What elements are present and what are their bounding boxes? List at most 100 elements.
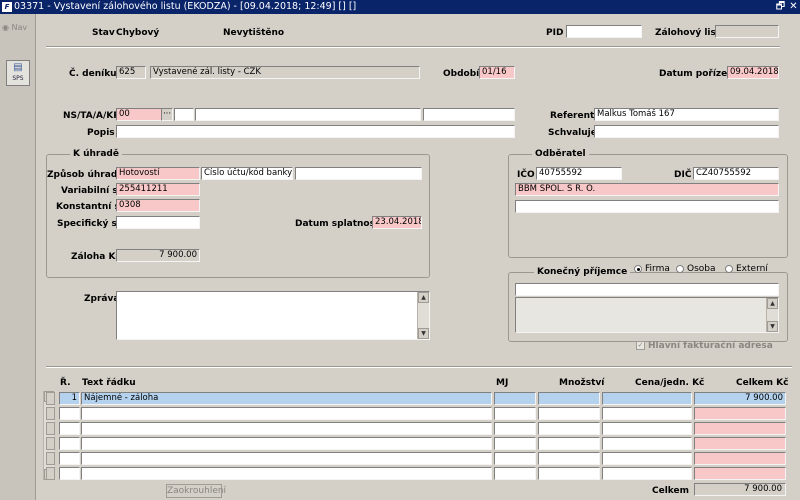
radio-externi[interactable]	[725, 265, 733, 273]
konecny-scrollbar[interactable]: ▲ ▼	[766, 298, 778, 332]
row-selector[interactable]	[46, 392, 55, 405]
table-cell-mnozstvi[interactable]	[538, 467, 600, 480]
scroll-down-icon[interactable]: ▼	[418, 328, 429, 339]
table-cell-mj[interactable]	[494, 437, 536, 450]
cislo-deniku-field: 625	[116, 66, 146, 79]
table-cell-text[interactable]: Nájemné - záloha	[81, 392, 492, 405]
ns-lookup-button[interactable]: ···	[161, 108, 173, 121]
radio-osoba-label: Osoba	[687, 264, 716, 274]
col-header-celkem: Celkem Kč	[736, 378, 789, 388]
datum-porizeni-field[interactable]: 09.04.2018	[727, 66, 779, 79]
dic-field[interactable]: CZ40755592	[693, 167, 779, 180]
table-cell-celkem[interactable]	[694, 407, 786, 420]
close-window-icon[interactable]: ✕	[788, 1, 799, 13]
obdobi-label: Období	[443, 69, 480, 79]
window-title: 03371 - Vystavení zálohového listu (EKOD…	[14, 1, 357, 12]
table-cell-cena[interactable]	[602, 407, 692, 420]
radio-firma[interactable]	[634, 265, 642, 273]
table-cell-r[interactable]: 1	[59, 392, 80, 405]
variabilni-field[interactable]: 255411211	[116, 183, 200, 196]
zpusob-uhrady-field[interactable]: Hotovostí	[116, 167, 200, 180]
scroll-down-icon[interactable]: ▼	[767, 321, 778, 332]
table-cell-r[interactable]	[59, 407, 80, 420]
radio-osoba[interactable]	[676, 265, 684, 273]
table-cell-mj[interactable]	[494, 392, 536, 405]
radio-externi-label: Externí	[736, 264, 768, 274]
popis-field[interactable]	[116, 125, 515, 138]
odberatel-title: Odběratel	[532, 148, 589, 160]
row-selector[interactable]	[46, 407, 55, 420]
row-selector[interactable]	[46, 422, 55, 435]
table-cell-r[interactable]	[59, 437, 80, 450]
table-cell-mj[interactable]	[494, 422, 536, 435]
table-cell-celkem[interactable]: 7 900.00	[694, 392, 786, 405]
table-cell-mnozstvi[interactable]	[538, 422, 600, 435]
celkem-label: Celkem	[652, 486, 690, 496]
table-cell-cena[interactable]	[602, 467, 692, 480]
row-selector[interactable]	[46, 467, 55, 480]
cislo-deniku-label: Č. deníku	[69, 69, 117, 79]
scroll-up-icon[interactable]: ▲	[767, 298, 778, 309]
odberatel-address-field[interactable]	[515, 200, 779, 213]
nav-button[interactable]: ◉ Nav	[2, 22, 34, 34]
table-cell-celkem[interactable]	[694, 452, 786, 465]
table-cell-mj[interactable]	[494, 452, 536, 465]
table-cell-r[interactable]	[59, 422, 80, 435]
table-cell-cena[interactable]	[602, 422, 692, 435]
table-cell-cena[interactable]	[602, 437, 692, 450]
ucet-field[interactable]	[295, 167, 422, 180]
kp-field[interactable]	[423, 108, 515, 121]
scroll-up-icon[interactable]: ▲	[418, 292, 429, 303]
splatnost-field[interactable]: 23.04.2018	[372, 216, 422, 229]
zaloha-field: 7 900.00	[116, 249, 200, 262]
a-field[interactable]	[195, 108, 421, 121]
table-cell-text[interactable]	[81, 452, 492, 465]
radio-firma-label: Firma	[645, 264, 670, 274]
table-cell-mj[interactable]	[494, 407, 536, 420]
zprava-textarea[interactable]: ▲ ▼	[116, 291, 430, 340]
table-cell-cena[interactable]	[602, 452, 692, 465]
table-cell-r[interactable]	[59, 452, 80, 465]
table-cell-mnozstvi[interactable]	[538, 452, 600, 465]
left-toolbar	[0, 14, 36, 500]
table-cell-text[interactable]	[81, 437, 492, 450]
konecny-name-field[interactable]	[515, 283, 779, 296]
table-cell-cena[interactable]	[602, 392, 692, 405]
hlavni-adresa-checkbox[interactable]: ✓	[636, 341, 645, 350]
table-cell-celkem[interactable]	[694, 437, 786, 450]
zalohovy-list-label: Zálohový list	[655, 28, 721, 38]
ns-field[interactable]: 00	[116, 108, 162, 121]
table-cell-r[interactable]	[59, 467, 80, 480]
ucet-placeholder-field[interactable]: Číslo účtu/kód banky	[201, 167, 293, 180]
table-cell-text[interactable]	[81, 422, 492, 435]
ta-field[interactable]	[174, 108, 194, 121]
row-selector[interactable]	[46, 437, 55, 450]
restore-window-icon[interactable]: 🗗	[775, 1, 786, 13]
k-uhrade-title: K úhradě	[70, 148, 122, 160]
table-cell-mnozstvi[interactable]	[538, 437, 600, 450]
pid-field[interactable]	[566, 25, 642, 38]
zpusob-uhrady-label: Způsob úhrady	[47, 170, 124, 180]
row-selector[interactable]	[46, 452, 55, 465]
specificky-field[interactable]	[116, 216, 200, 229]
col-header-r: Ř.	[60, 378, 71, 388]
schvaluje-field[interactable]	[594, 125, 779, 138]
odberatel-name-field[interactable]: BBM SPOL. S R. O.	[515, 183, 779, 196]
zaokrouhleni-button[interactable]: Zaokrouhlení	[166, 484, 226, 498]
table-cell-mnozstvi[interactable]	[538, 392, 600, 405]
konstantni-field[interactable]: 0308	[116, 199, 200, 212]
referent-field[interactable]: Malkus Tomáš 167	[594, 108, 779, 121]
pid-label: PID	[546, 28, 564, 38]
ico-field[interactable]: 40755592	[536, 167, 622, 180]
table-cell-mj[interactable]	[494, 467, 536, 480]
table-cell-celkem[interactable]	[694, 467, 786, 480]
table-cell-mnozstvi[interactable]	[538, 407, 600, 420]
obdobi-field[interactable]: 01/16	[479, 66, 515, 79]
table-cell-celkem[interactable]	[694, 422, 786, 435]
stav-label: Stav	[92, 28, 115, 38]
sps-button[interactable]: ▤ SPS	[6, 60, 30, 86]
table-cell-text[interactable]	[81, 407, 492, 420]
table-cell-text[interactable]	[81, 467, 492, 480]
konecny-address-textarea[interactable]: ▲ ▼	[515, 297, 779, 333]
zprava-scrollbar[interactable]: ▲ ▼	[417, 292, 429, 339]
